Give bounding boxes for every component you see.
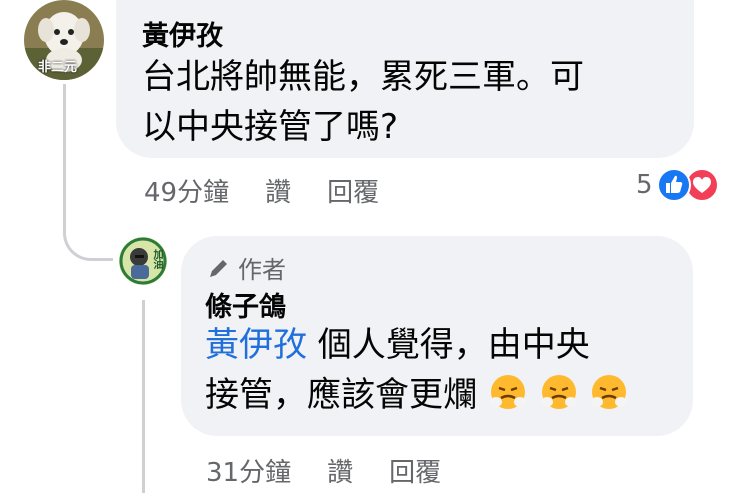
steam-face-emoji [591, 375, 628, 409]
comment-reply-button[interactable]: 回覆 [327, 172, 379, 209]
mention-link[interactable]: 黃伊孜 [205, 325, 307, 365]
reaction-count: 5 [636, 170, 653, 200]
comment-actions: 49分鐘 讚 回覆 [144, 172, 379, 209]
pencil-icon [210, 259, 227, 277]
reply-timestamp[interactable]: 31分鐘 [206, 452, 291, 489]
author-badge: 作者 [206, 250, 286, 285]
reply-reply-button[interactable]: 回覆 [389, 452, 441, 489]
reply-text-line-1-rest: 個人覺得，由中央 [307, 325, 590, 365]
reply-text: 黃伊孜 個人覺得，由中央 接管，應該會更爛 [205, 320, 629, 420]
comment-text-line-1: 台北將帥無能，累死三軍。可 [142, 57, 584, 97]
comment-text: 台北將帥無能，累死三軍。可 以中央接管了嗎? [142, 52, 584, 152]
avatar-caption: 非二元 [38, 60, 78, 75]
reply-author-avatar[interactable]: 加油 [119, 237, 167, 285]
comment-author-name[interactable]: 黃伊孜 [142, 14, 223, 53]
comment-timestamp[interactable]: 49分鐘 [144, 172, 229, 209]
comment-reactions[interactable]: 5 [636, 168, 719, 202]
comment-like-button[interactable]: 讚 [265, 172, 291, 209]
reply-author-name[interactable]: 條子鴿 [205, 285, 286, 324]
reply-text-line-1: 黃伊孜 個人覺得，由中央 [205, 320, 629, 370]
comment-text-line-2: 以中央接管了嗎? [142, 107, 399, 147]
reply-text-line-2: 接管，應該會更爛 [205, 370, 629, 420]
thread-line-reply [142, 300, 145, 493]
like-icon [656, 168, 691, 202]
author-badge-label: 作者 [238, 256, 286, 284]
commenter-avatar[interactable]: 非二元 [24, 0, 104, 80]
reply-like-button[interactable]: 讚 [327, 452, 353, 489]
steam-face-emoji [540, 375, 577, 409]
reply-avatar-caption: 加油 [151, 249, 162, 269]
reply-actions: 31分鐘 讚 回覆 [206, 452, 441, 489]
thread-connector-curve [63, 205, 113, 261]
reply-text-line-2-body: 接管，應該會更爛 [205, 375, 477, 415]
steam-face-emoji [489, 375, 526, 409]
